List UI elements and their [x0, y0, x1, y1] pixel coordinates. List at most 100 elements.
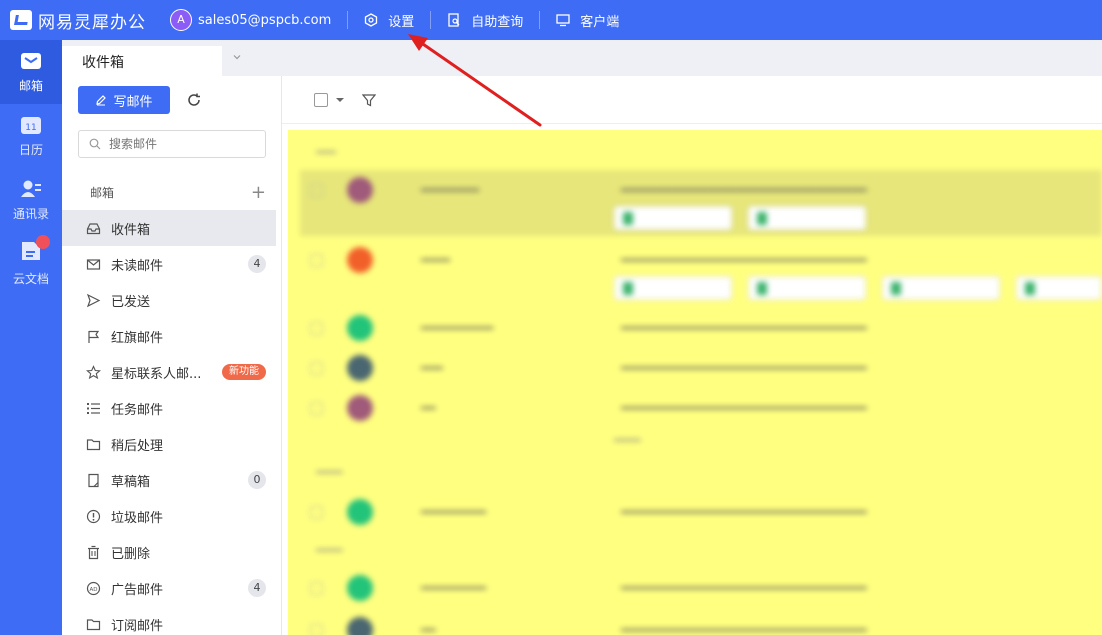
folder-later[interactable]: 稍后处理 [62, 426, 276, 462]
app-logo[interactable]: 网易灵犀办公 [0, 8, 170, 33]
draft-icon [88, 473, 99, 487]
settings-hexagon-icon [365, 13, 378, 27]
row-checkbox[interactable] [310, 361, 323, 375]
table-row[interactable]: ━━━━━━━━━━ ━━━━━━━━━━━━━━━━━━━━━━━━━━━━━… [300, 308, 1102, 348]
attachment-chip[interactable] [748, 276, 866, 300]
add-folder-icon[interactable]: + [251, 183, 266, 201]
folder-tasks[interactable]: 任务邮件 [62, 390, 276, 426]
folder-flagged[interactable]: 红旗邮件 [62, 318, 276, 354]
compose-row: 写邮件 [78, 86, 208, 114]
flag-icon [88, 330, 100, 343]
row-sender: ━━ [421, 623, 436, 635]
folder-label: 已发送 [111, 294, 151, 310]
row-sender: ━━━━ [421, 253, 450, 267]
group-header: ━━━ [316, 146, 336, 159]
inbox-icon [86, 222, 101, 234]
table-row[interactable]: ━━━━━━━━━ ━━━━━━━━━━━━━━━━━━━━━━━━━━━━━━… [300, 492, 1102, 532]
ad-icon: AD [86, 581, 101, 595]
chevron-down-icon[interactable] [232, 52, 242, 62]
query-doc-icon [448, 13, 460, 27]
row-subject: ━━━━━━━━━━━━━━━━━━━━━━━━━━━━━━━━━━ [621, 581, 867, 595]
folder-later-icon [86, 438, 101, 450]
folder-deleted[interactable]: 已删除 [62, 534, 276, 570]
row-checkbox[interactable] [310, 183, 323, 197]
rail-item-cloud-doc[interactable]: 云文档 [0, 232, 62, 296]
rail-item-contacts[interactable]: 通讯录 [0, 168, 62, 232]
folder-ads[interactable]: AD 广告邮件 4 [62, 570, 276, 606]
attachment-chip[interactable] [614, 276, 732, 300]
table-row[interactable]: ━━━━━━━━━ ━━━━━━━━━━━━━━━━━━━━━━━━━━━━━━… [300, 568, 1102, 608]
table-row[interactable]: ━━ ━━━━━━━━━━━━━━━━━━━━━━━━━━━━━━━━━━ [300, 388, 1102, 428]
folder-starred-contacts[interactable]: 星标联系人邮... 新功能 [62, 354, 276, 390]
row-checkbox[interactable] [310, 253, 323, 267]
table-row[interactable]: ━━━ ━━━━━━━━━━━━━━━━━━━━━━━━━━━━━━━━━━ [300, 348, 1102, 388]
search-input[interactable] [109, 137, 259, 151]
avatar [347, 499, 373, 525]
draft-count: 0 [248, 471, 266, 489]
app-nav-rail: 邮箱 11 日历 通讯录 云文档 [0, 40, 62, 635]
avatar: A [170, 9, 192, 31]
unread-count: 4 [248, 255, 266, 273]
subscription-folder-icon [86, 618, 101, 630]
folder-spam[interactable]: 垃圾邮件 [62, 498, 276, 534]
desktop-client-icon [556, 14, 570, 27]
select-all-checkbox[interactable] [314, 92, 328, 107]
attachment-chip[interactable] [882, 276, 1000, 300]
folder-label: 稍后处理 [111, 438, 164, 454]
attachment-chip[interactable] [1016, 276, 1102, 300]
row-sender: ━━ [421, 401, 436, 415]
calendar-day: 11 [25, 123, 36, 133]
filter-icon[interactable] [362, 93, 376, 107]
refresh-button[interactable] [180, 86, 208, 114]
row-subject: ━━━━━━━━━━━━━━━━━━━━━━━━━━━━━━━━━━ [621, 361, 867, 375]
row-sender: ━━━━━━━━━ [421, 505, 487, 519]
table-row[interactable]: ━━ ━━━━━━━━━━━━━━━━━━━━━━━━━━━━━━━━━━ [300, 610, 1102, 635]
row-subject: ━━━━━━━━━━━━━━━━━━━━━━━━━━━━━━━━━━ [621, 321, 867, 335]
folder-label: 星标联系人邮... [111, 366, 202, 382]
settings-link[interactable]: 设置 [348, 11, 432, 30]
row-checkbox[interactable] [310, 401, 323, 415]
row-subject: ━━━━━━━━━━━━━━━━━━━━━━━━━━━━━━━━━━ [621, 253, 867, 267]
task-list-icon [87, 402, 100, 414]
rail-item-mail[interactable]: 邮箱 [0, 40, 62, 104]
folder-drafts[interactable]: 草稿箱 0 [62, 462, 276, 498]
attachment-chip[interactable] [748, 206, 866, 230]
rail-item-calendar[interactable]: 11 日历 [0, 104, 62, 168]
avatar [347, 315, 373, 341]
refresh-icon [188, 93, 200, 106]
account-switcher[interactable]: A sales05@pspcb.com [170, 9, 349, 31]
trash-icon [88, 545, 99, 559]
avatar [347, 355, 373, 381]
folder-label: 广告邮件 [111, 582, 164, 598]
pencil-icon [96, 95, 107, 106]
row-subject: ━━━━━━━━━━━━━━━━━━━━━━━━━━━━━━━━━━ [621, 401, 867, 415]
logo-mark-icon [10, 10, 32, 30]
folder-label: 垃圾邮件 [111, 510, 164, 526]
folder-label: 未读邮件 [111, 258, 164, 274]
row-checkbox[interactable] [310, 505, 323, 519]
folder-label: 草稿箱 [111, 474, 151, 490]
tab-inbox[interactable]: 收件箱 [62, 46, 222, 76]
row-subject: ━━━━━━━━━━━━━━━━━━━━━━━━━━━━━━━━━━ [621, 505, 867, 519]
caret-down-icon[interactable] [336, 96, 344, 104]
client-link[interactable]: 客户端 [540, 11, 635, 30]
folder-subscriptions[interactable]: 订阅邮件 [62, 606, 276, 635]
row-checkbox[interactable] [310, 321, 323, 335]
folder-unread[interactable]: 未读邮件 4 [62, 246, 276, 282]
row-meta: ━━━━ [614, 434, 641, 447]
logo-text: 网易灵犀办公 [38, 12, 146, 33]
rail-label-mail: 邮箱 [18, 78, 43, 93]
folder-list: 收件箱 未读邮件 4 已发送 红旗邮件 星标联系人邮... 新功能 任务邮件 稍… [62, 210, 276, 635]
folder-inbox[interactable]: 收件箱 [62, 210, 276, 246]
rail-label-contacts: 通讯录 [12, 206, 49, 221]
folder-sent[interactable]: 已发送 [62, 282, 276, 318]
folder-label: 红旗邮件 [111, 330, 164, 346]
row-checkbox[interactable] [310, 581, 323, 595]
row-checkbox[interactable] [310, 623, 323, 635]
table-row[interactable]: ━━━━ ━━━━━━━━━━━━━━━━━━━━━━━━━━━━━━━━━━ [300, 240, 1102, 280]
compose-button[interactable]: 写邮件 [78, 86, 170, 114]
attachment-chip[interactable] [614, 206, 732, 230]
self-query-link[interactable]: 自助查询 [431, 11, 541, 30]
mailbox-section-label: 邮箱 [90, 186, 115, 200]
search-box[interactable] [78, 130, 266, 158]
